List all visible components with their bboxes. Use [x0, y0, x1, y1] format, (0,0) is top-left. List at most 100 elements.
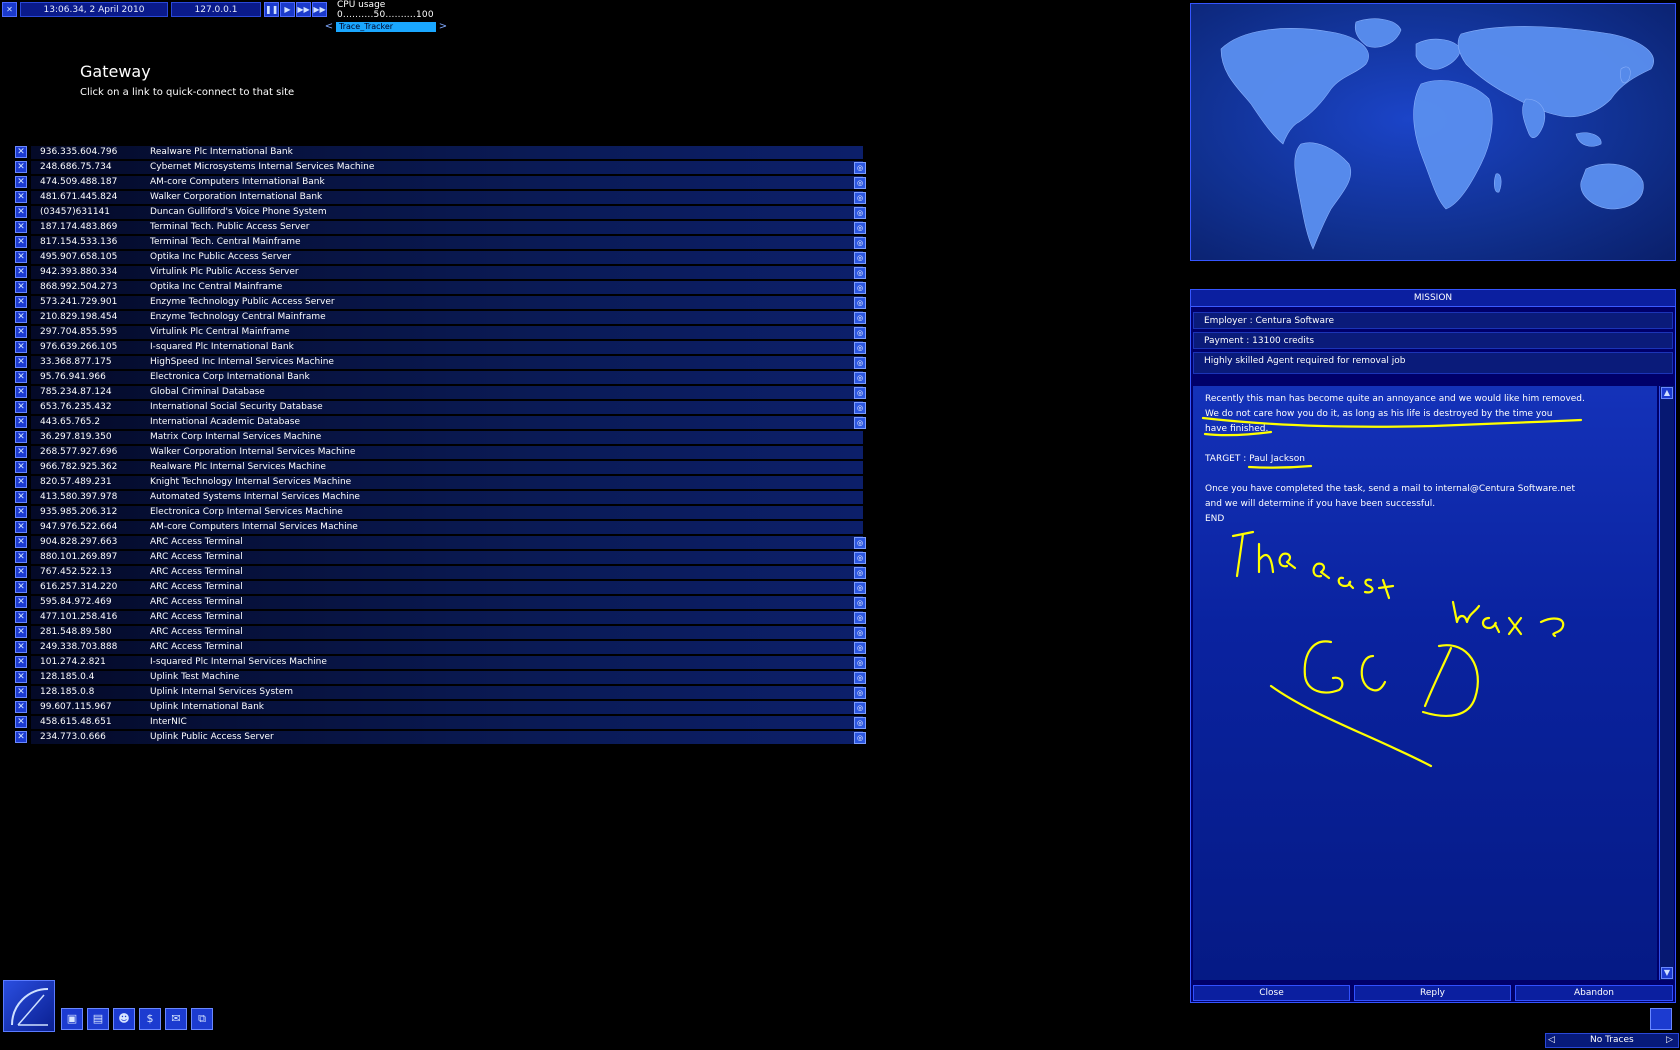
delete-link-icon[interactable]: ✕	[15, 356, 27, 368]
bookmark-icon[interactable]: ◎	[854, 702, 866, 714]
link-name[interactable]: ARC Access Terminal	[150, 612, 840, 622]
bookmark-icon[interactable]: ◎	[854, 597, 866, 609]
link-ip[interactable]: 234.773.0.666	[40, 732, 150, 742]
fast-forward-icon[interactable]: ▶▶	[296, 2, 311, 17]
mail-icon[interactable]: ✉	[165, 1008, 187, 1030]
link-name[interactable]: Enzyme Technology Central Mainframe	[150, 312, 840, 322]
tool-name[interactable]: Trace_Tracker	[336, 22, 436, 32]
bookmark-icon[interactable]: ◎	[854, 417, 866, 429]
link-name[interactable]: Enzyme Technology Public Access Server	[150, 297, 840, 307]
link-ip[interactable]: 36.297.819.350	[40, 432, 150, 442]
bookmark-icon[interactable]: ◎	[854, 687, 866, 699]
link-row[interactable]: ✕210.829.198.454Enzyme Technology Centra…	[15, 310, 868, 325]
delete-link-icon[interactable]: ✕	[15, 446, 27, 458]
link-row[interactable]: ✕234.773.0.666Uplink Public Access Serve…	[15, 730, 868, 745]
abandon-button[interactable]: Abandon	[1515, 985, 1673, 1001]
delete-link-icon[interactable]: ✕	[15, 266, 27, 278]
reply-button[interactable]: Reply	[1354, 985, 1511, 1001]
link-ip[interactable]: 767.452.522.13	[40, 567, 150, 577]
bookmark-icon[interactable]: ◎	[854, 252, 866, 264]
close-icon[interactable]: ✕	[2, 2, 17, 17]
link-row[interactable]: ✕ 297.704.855.595Virtulink Plc Central Ma…	[15, 325, 868, 340]
link-row[interactable]: ✕880.101.269.897ARC Access Terminal◎	[15, 550, 868, 565]
bookmark-icon[interactable]: ◎	[854, 372, 866, 384]
link-name[interactable]: ARC Access Terminal	[150, 627, 840, 637]
link-ip[interactable]: 976.639.266.105	[40, 342, 150, 352]
link-ip[interactable]: 297.704.855.595	[40, 327, 150, 337]
link-name[interactable]: Virtulink Plc Central Mainframe	[150, 327, 840, 337]
link-name[interactable]: AM-core Computers Internal Services Mach…	[150, 522, 840, 532]
delete-link-icon[interactable]: ✕	[15, 536, 27, 548]
link-ip[interactable]: 248.686.75.734	[40, 162, 150, 172]
link-ip[interactable]: 413.580.397.978	[40, 492, 150, 502]
link-row[interactable]: ✕281.548.89.580ARC Access Terminal◎	[15, 625, 868, 640]
delete-link-icon[interactable]: ✕	[15, 221, 27, 233]
delete-link-icon[interactable]: ✕	[15, 146, 27, 158]
world-map[interactable]	[1190, 3, 1676, 261]
delete-link-icon[interactable]: ✕	[15, 596, 27, 608]
link-ip[interactable]: 95.76.941.966	[40, 372, 150, 382]
link-name[interactable]: Electronica Corp Internal Services Machi…	[150, 507, 840, 517]
bookmark-icon[interactable]: ◎	[854, 327, 866, 339]
bookmark-icon[interactable]: ◎	[854, 567, 866, 579]
delete-link-icon[interactable]: ✕	[15, 461, 27, 473]
delete-link-icon[interactable]: ✕	[15, 701, 27, 713]
link-name[interactable]: Uplink Internal Services System	[150, 687, 840, 697]
bookmark-icon[interactable]: ◎	[854, 657, 866, 669]
link-name[interactable]: ARC Access Terminal	[150, 567, 840, 577]
delete-link-icon[interactable]: ✕	[15, 626, 27, 638]
link-name[interactable]: Terminal Tech. Central Mainframe	[150, 237, 840, 247]
link-row[interactable]: ✕443.65.765.2International Academic Data…	[15, 415, 868, 430]
delete-link-icon[interactable]: ✕	[15, 176, 27, 188]
link-ip[interactable]: 281.548.89.580	[40, 627, 150, 637]
link-name[interactable]: ARC Access Terminal	[150, 597, 840, 607]
link-name[interactable]: Terminal Tech. Public Access Server	[150, 222, 840, 232]
play-icon[interactable]: ▶	[280, 2, 295, 17]
delete-link-icon[interactable]: ✕	[15, 521, 27, 533]
link-name[interactable]: AM-core Computers International Bank	[150, 177, 840, 187]
link-row[interactable]: ✕942.393.880.334Virtulink Plc Public Acc…	[15, 265, 868, 280]
delete-link-icon[interactable]: ✕	[15, 476, 27, 488]
link-row[interactable]: ✕248.686.75.734Cybernet Microsystems Int…	[15, 160, 868, 175]
link-row[interactable]: ✕785.234.87.124Global Criminal Database◎	[15, 385, 868, 400]
link-row[interactable]: ✕868.992.504.273Optika Inc Central Mainf…	[15, 280, 868, 295]
delete-link-icon[interactable]: ✕	[15, 716, 27, 728]
link-row[interactable]: ✕820.57.489.231Knight Technology Interna…	[15, 475, 868, 490]
link-ip[interactable]: 966.782.925.362	[40, 462, 150, 472]
link-ip[interactable]: 101.274.2.821	[40, 657, 150, 667]
computer-icon[interactable]: ▣	[61, 1008, 83, 1030]
disk-icon[interactable]: ▤	[87, 1008, 109, 1030]
link-ip[interactable]: 474.509.488.187	[40, 177, 150, 187]
delete-link-icon[interactable]: ✕	[15, 611, 27, 623]
link-ip[interactable]: 268.577.927.696	[40, 447, 150, 457]
delete-link-icon[interactable]: ✕	[15, 161, 27, 173]
link-ip[interactable]: 443.65.765.2	[40, 417, 150, 427]
bookmark-icon[interactable]: ◎	[854, 642, 866, 654]
trace-next-icon[interactable]: ▷	[1666, 1034, 1673, 1047]
link-name[interactable]: Virtulink Plc Public Access Server	[150, 267, 840, 277]
tool-next-icon[interactable]: >	[437, 21, 449, 33]
link-ip[interactable]: 187.174.483.869	[40, 222, 150, 232]
link-row[interactable]: ✕817.154.533.136Terminal Tech. Central M…	[15, 235, 868, 250]
link-row[interactable]: ✕477.101.258.416ARC Access Terminal◎	[15, 610, 868, 625]
link-row[interactable]: ✕128.185.0.8Uplink Internal Services Sys…	[15, 685, 868, 700]
bookmark-icon[interactable]: ◎	[854, 672, 866, 684]
link-ip[interactable]: 477.101.258.416	[40, 612, 150, 622]
link-name[interactable]: Realware Plc Internal Services Machine	[150, 462, 840, 472]
link-name[interactable]: Global Criminal Database	[150, 387, 840, 397]
link-ip[interactable]: 616.257.314.220	[40, 582, 150, 592]
delete-link-icon[interactable]: ✕	[15, 251, 27, 263]
link-ip[interactable]: (03457)631141	[40, 207, 150, 217]
scroll-up-icon[interactable]: ▲	[1661, 387, 1673, 399]
link-ip[interactable]: 99.607.115.967	[40, 702, 150, 712]
delete-link-icon[interactable]: ✕	[15, 326, 27, 338]
link-row[interactable]: ✕976.639.266.105I-squared Plc Internatio…	[15, 340, 868, 355]
link-name[interactable]: Optika Inc Public Access Server	[150, 252, 840, 262]
link-row[interactable]: ✕99.607.115.967Uplink International Bank…	[15, 700, 868, 715]
delete-link-icon[interactable]: ✕	[15, 686, 27, 698]
link-name[interactable]: HighSpeed Inc Internal Services Machine	[150, 357, 840, 367]
delete-link-icon[interactable]: ✕	[15, 551, 27, 563]
delete-link-icon[interactable]: ✕	[15, 191, 27, 203]
link-row[interactable]: ✕936.335.604.796Realware Plc Internation…	[15, 145, 868, 160]
bookmark-icon[interactable]: ◎	[854, 552, 866, 564]
